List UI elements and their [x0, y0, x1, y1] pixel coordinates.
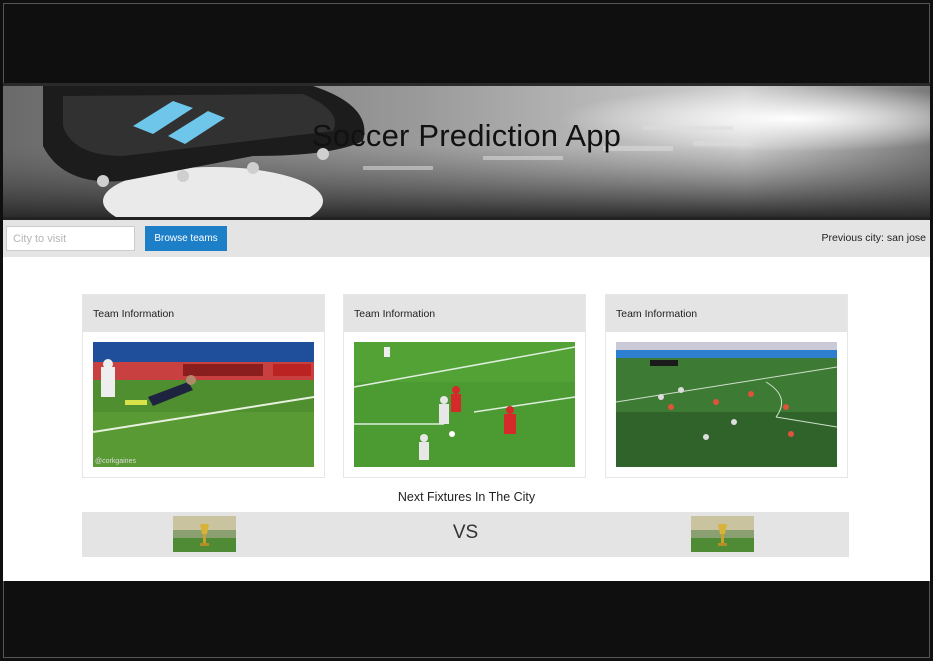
away-team-image — [691, 516, 754, 552]
browse-teams-button[interactable]: Browse teams — [145, 226, 227, 251]
page-title: Soccer Prediction App — [311, 118, 622, 153]
header-banner: Soccer Prediction App — [3, 83, 930, 220]
team-card-image — [354, 342, 575, 467]
app-page: Soccer Prediction App Browse teams Previ… — [3, 83, 930, 581]
team-card-1[interactable]: Team Information @corkgaines — [82, 294, 325, 478]
team-card-header: Team Information — [606, 295, 847, 332]
card-watermark: @corkgaines — [95, 458, 136, 465]
team-card-image — [616, 342, 837, 467]
fixture-row[interactable]: VS — [82, 512, 849, 557]
team-card-2[interactable]: Team Information — [343, 294, 586, 478]
team-card-image: @corkgaines — [93, 342, 314, 467]
team-card-header: Team Information — [83, 295, 324, 332]
city-input[interactable] — [6, 226, 135, 251]
team-card-3[interactable]: Team Information — [605, 294, 848, 478]
previous-city-label: Previous city: san jose — [821, 232, 926, 244]
team-card-header: Team Information — [344, 295, 585, 332]
search-toolbar: Browse teams Previous city: san jose — [3, 220, 930, 257]
fixtures-title: Next Fixtures In The City — [397, 490, 536, 504]
